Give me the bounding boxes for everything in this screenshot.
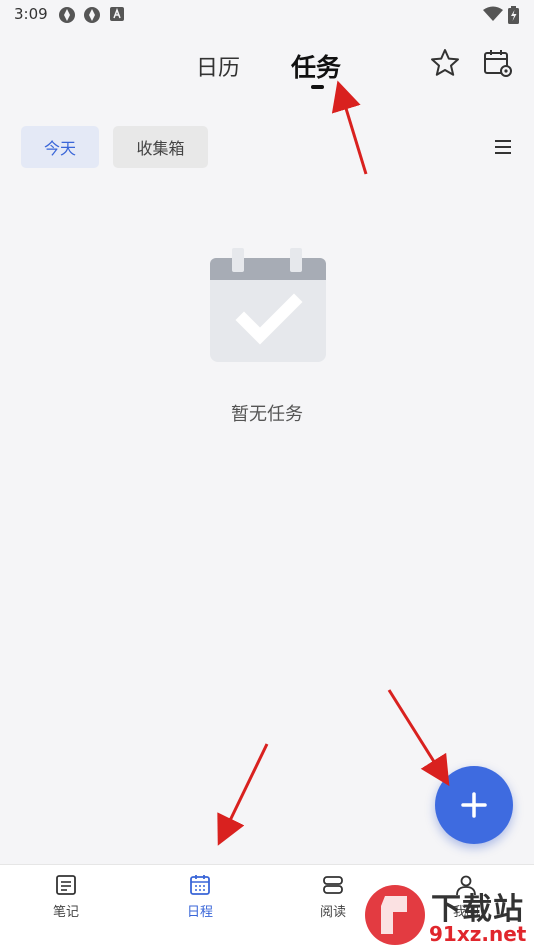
aperture-icon (58, 6, 76, 28)
list-menu-button[interactable] (486, 130, 520, 164)
status-bar: 3:09 (0, 0, 534, 30)
add-task-button[interactable] (435, 766, 513, 844)
chip-today[interactable]: 今天 (21, 126, 99, 168)
battery-icon (508, 6, 519, 28)
star-icon (431, 49, 459, 76)
hamburger-menu-icon (495, 140, 511, 154)
nav-label-reading: 阅读 (319, 905, 346, 920)
nav-label-notes: 笔记 (52, 905, 79, 920)
header: 日历 任务 (0, 30, 534, 100)
calendar-settings-button[interactable] (477, 43, 517, 83)
chip-inbox[interactable]: 收集箱 (113, 126, 208, 168)
notification-a-icon (110, 6, 124, 25)
empty-state-text: 暂无任务 (231, 404, 303, 425)
note-icon (56, 875, 76, 895)
plus-icon (461, 792, 487, 818)
annotation-arrow-add-button (387, 689, 450, 787)
calendar-settings-icon (484, 50, 512, 77)
nav-item-reading[interactable]: 阅读 (293, 873, 373, 933)
aperture-icon (83, 6, 101, 28)
nav-label-schedule: 日程 (186, 905, 213, 920)
filter-bar: 今天 收集箱 (0, 126, 534, 170)
tab-tasks[interactable]: 任务 (291, 48, 341, 84)
reading-icon (323, 876, 343, 894)
wifi-icon (483, 6, 503, 26)
nav-item-schedule[interactable]: 日程 (160, 873, 240, 933)
tab-calendar[interactable]: 日历 (196, 50, 240, 82)
tab-active-indicator (311, 85, 324, 89)
status-time: 3:09 (14, 5, 48, 23)
calendar-check-icon (210, 248, 326, 362)
star-button[interactable] (425, 43, 465, 83)
annotation-arrow-schedule-nav (217, 743, 269, 846)
watermark: 下载站 91xz.net (363, 882, 533, 948)
schedule-icon (190, 875, 210, 895)
nav-item-notes[interactable]: 笔记 (26, 873, 106, 933)
watermark-url: 91xz.net (429, 922, 527, 946)
watermark-logo-icon (365, 885, 425, 945)
